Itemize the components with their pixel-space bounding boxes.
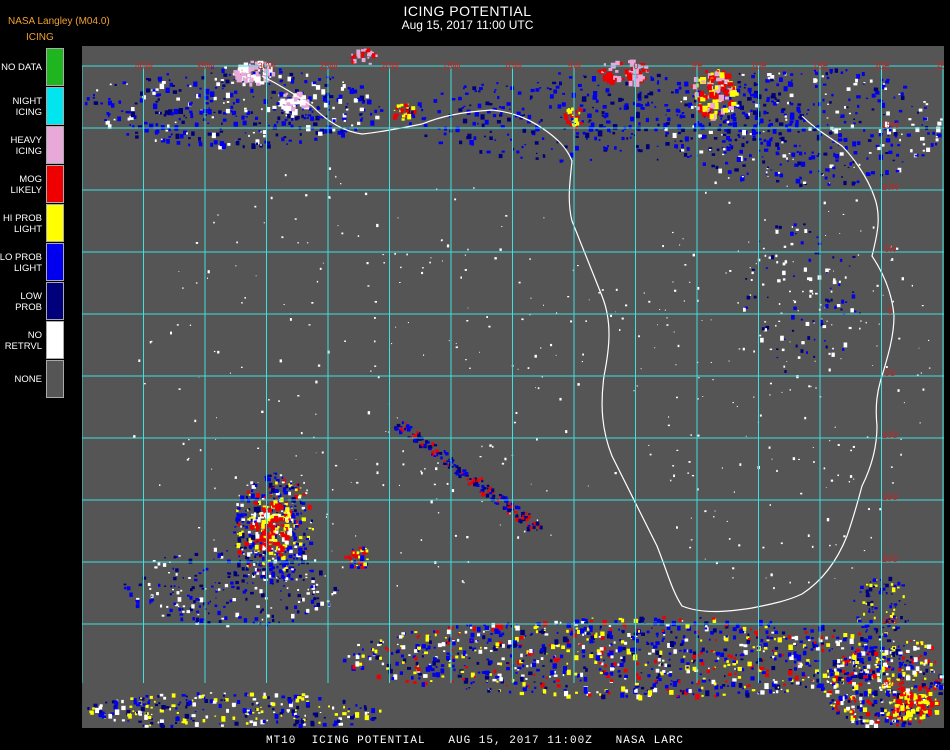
legend-item-label: NO RETRVL — [4, 329, 42, 352]
legend-item-label: MOG LIKELY — [10, 173, 42, 196]
legend-swatch — [46, 87, 64, 125]
longitude-label: 20W — [381, 61, 400, 71]
longitude-label: 25E — [935, 61, 944, 71]
legend-swatch — [46, 282, 64, 320]
page-title: ICING POTENTIAL — [403, 3, 532, 19]
legend-item-label: LOW PROB — [15, 290, 42, 313]
longitude-label: 5E — [692, 61, 703, 71]
longitude-label: 10W — [504, 61, 523, 71]
legend-item-label: NIGHT ICING — [12, 95, 42, 118]
longitude-label: 40W — [135, 61, 154, 71]
longitude-label: 35W — [196, 61, 215, 71]
longitude-label: 10E — [751, 61, 767, 71]
footer-caption: MT10 ICING POTENTIAL AUG 15, 2017 11:00Z… — [265, 735, 685, 747]
longitude-label: 30W — [258, 61, 277, 71]
latitude-label: 15N — [882, 120, 899, 130]
longitude-label: 25W — [319, 61, 338, 71]
legend-item-label: HI PROB LIGHT — [2, 212, 42, 235]
legend-swatch — [46, 126, 64, 164]
latitude-label: 25S — [882, 616, 898, 626]
legend-swatch — [46, 204, 64, 242]
legend-item: HI PROB LIGHT — [0, 204, 66, 243]
icing-map: 40W 35W 30W 25W 20W 15W 10W 5W 0 5E 10E 15E 20E 25E 1… — [82, 46, 944, 728]
latitude-label: 10S — [882, 430, 898, 440]
legend-item: NIGHT ICING — [0, 87, 66, 126]
legend-swatch — [46, 321, 64, 359]
latitude-label: 10N — [882, 182, 899, 192]
timestamp: Aug 15, 2017 11:00 UTC — [401, 18, 534, 32]
longitude-label: 5W — [568, 61, 582, 71]
longitude-label: 15W — [442, 61, 461, 71]
header: NASA Langley (M04.0) ICING POTENTIAL Aug… — [0, 0, 950, 46]
latitude-label: 15S — [882, 492, 898, 502]
latitude-label: 30S — [882, 678, 898, 688]
legend-item: NO RETRVL — [0, 321, 66, 360]
legend-item: LO PROB LIGHT — [0, 243, 66, 282]
legend-swatch — [46, 360, 64, 398]
legend-swatch — [46, 48, 64, 86]
legend-title: ICING — [26, 32, 54, 43]
legend-item: HEAVY ICING — [0, 126, 66, 165]
legend-swatch — [46, 243, 64, 281]
legend-item: NO DATA — [0, 48, 66, 87]
longitude-label: 0 — [633, 61, 638, 71]
legend-item-label: NO DATA — [1, 62, 42, 73]
legend-swatch — [46, 165, 64, 203]
longitude-label: 20E — [874, 61, 890, 71]
latitude-label: 20S — [882, 554, 898, 564]
legend-item-label: NONE — [14, 374, 42, 385]
legend-item-label: HEAVY ICING — [10, 134, 42, 157]
latitude-label: 5S — [884, 368, 895, 378]
latitude-label: 0 — [887, 306, 892, 316]
legend-item: MOG LIKELY — [0, 165, 66, 204]
legend-item-label: LO PROB LIGHT — [0, 251, 42, 274]
latitude-label: 5N — [884, 244, 896, 254]
legend-item: LOW PROB — [0, 282, 66, 321]
longitude-label: 15E — [812, 61, 828, 71]
legend-item: NONE — [0, 360, 66, 399]
